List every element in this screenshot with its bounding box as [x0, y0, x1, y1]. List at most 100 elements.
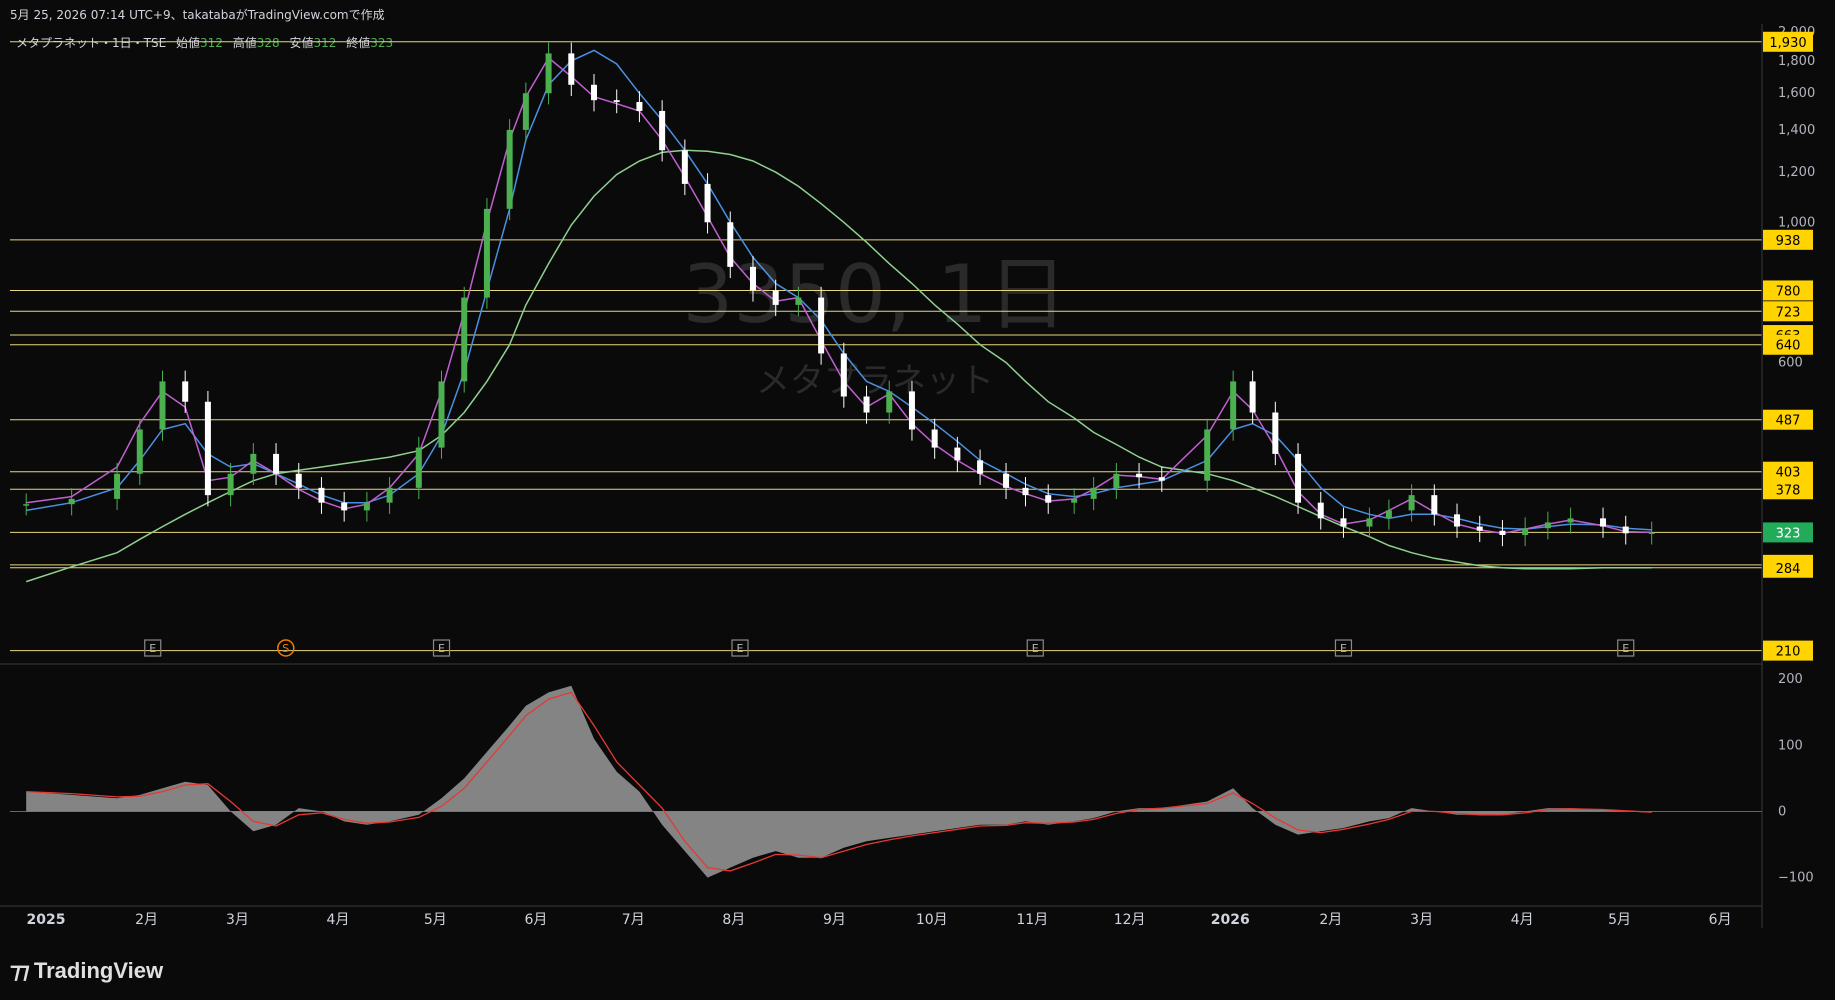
candle-body: [1317, 502, 1324, 519]
oscillator-tick-label: 200: [1778, 672, 1803, 687]
level-price-label: 403: [1776, 466, 1801, 481]
tradingview-logo-icon: ⁊⁊: [10, 958, 30, 983]
candle-body: [1090, 487, 1097, 499]
candle-body: [1431, 495, 1438, 515]
date-tick-label: 2月: [135, 912, 158, 928]
watermark-line2: メタプラネット: [756, 361, 994, 401]
candle-body: [295, 473, 302, 488]
event-marker-label: E: [737, 642, 744, 655]
level-price-label: 938: [1776, 234, 1801, 249]
candle-body: [954, 447, 961, 461]
candle-body: [1295, 453, 1302, 503]
candle-body: [931, 429, 938, 448]
candle-body: [1622, 526, 1629, 534]
candle-body: [613, 100, 620, 102]
candle-body: [204, 401, 211, 496]
price-chart[interactable]: 3350, 1日 メタプラネット ESEEEEE 2,0001,8001,600…: [0, 24, 1835, 940]
candle-body: [659, 110, 666, 151]
level-price-label: 210: [1776, 645, 1801, 660]
date-tick-label: 4月: [1511, 912, 1534, 928]
candle-body: [636, 101, 643, 111]
candle-body: [1408, 495, 1415, 511]
candle-body: [1071, 498, 1078, 503]
date-tick-label: 12月: [1114, 912, 1146, 928]
candle-body: [591, 84, 597, 101]
date-tick-label: 6月: [1709, 912, 1732, 928]
event-marker-label: E: [1032, 642, 1039, 655]
event-marker-label: E: [1622, 642, 1629, 655]
price-tick-label: 1,000: [1778, 215, 1815, 230]
candle-body: [68, 498, 75, 505]
date-tick-label: 9月: [823, 912, 846, 928]
candle-body: [840, 353, 847, 397]
candle-body: [1158, 477, 1165, 481]
date-tick-label: 4月: [327, 912, 350, 928]
candle-body: [545, 53, 552, 94]
candle-body: [114, 473, 121, 499]
date-tick-label: 8月: [722, 912, 745, 928]
candle-body: [568, 53, 575, 85]
event-marker-label: E: [438, 642, 445, 655]
candle-body: [749, 266, 756, 291]
candle-body: [1204, 429, 1211, 481]
candle-body: [1648, 532, 1655, 534]
candle-body: [1522, 528, 1529, 535]
candle-body: [250, 453, 257, 474]
candle-body: [795, 297, 802, 305]
candle-body: [1249, 381, 1256, 413]
candle-body: [886, 391, 893, 413]
candle-body: [1366, 518, 1373, 527]
candle-body: [1454, 514, 1461, 527]
oscillator-tick-label: −100: [1778, 871, 1814, 886]
candle-body: [386, 487, 393, 503]
candle-body: [1230, 381, 1237, 430]
candle-body: [136, 429, 143, 474]
oscillator-tick-label: 100: [1778, 738, 1803, 753]
candle-body: [863, 396, 870, 413]
price-tick-label: 600: [1778, 355, 1803, 370]
candle-body: [1567, 518, 1574, 523]
date-tick-label: 5月: [1608, 912, 1631, 928]
candle-body: [1003, 473, 1010, 488]
event-marker-label: E: [149, 642, 156, 655]
macd-area: [26, 685, 1652, 878]
date-tick-label: 3月: [1410, 912, 1433, 928]
date-tick-label: 3月: [226, 912, 249, 928]
candle-body: [1499, 530, 1506, 535]
date-tick-label: 2026: [1211, 912, 1250, 928]
date-tick-label: 2025: [27, 912, 66, 928]
candle-body: [681, 150, 688, 184]
candle-body: [159, 381, 166, 430]
level-price-label: 487: [1776, 414, 1801, 429]
price-tick-label: 1,600: [1778, 86, 1815, 101]
level-price-label: 723: [1776, 305, 1801, 320]
oscillator-tick-label: 0: [1778, 804, 1786, 819]
level-price-label: 1,930: [1769, 36, 1806, 51]
price-tick-label: 1,400: [1778, 123, 1815, 138]
candle-body: [318, 487, 325, 503]
watermark-line1: 3350, 1日: [682, 248, 1067, 341]
level-price-label: 780: [1776, 284, 1801, 299]
level-price-label: 284: [1776, 562, 1801, 577]
candle-body: [1476, 526, 1483, 531]
candle-body: [483, 208, 490, 298]
date-tick-label: 6月: [524, 912, 547, 928]
candle-body: [1600, 518, 1607, 527]
date-tick-label: 7月: [622, 912, 645, 928]
candle-body: [415, 447, 422, 488]
candle-body: [908, 391, 915, 430]
chart-watermark: 3350, 1日 メタプラネット: [682, 248, 1067, 401]
candle-body: [182, 381, 189, 402]
candle-body: [273, 453, 280, 474]
price-tick-label: 1,200: [1778, 165, 1815, 180]
candle-body: [461, 297, 468, 382]
tradingview-logo[interactable]: ⁊⁊ TradingView: [10, 958, 163, 984]
date-tick-label: 2月: [1319, 912, 1342, 928]
date-tick-label: 10月: [916, 912, 948, 928]
level-price-label: 378: [1776, 483, 1801, 498]
candle-body: [1113, 473, 1120, 488]
candle-body: [818, 297, 825, 354]
date-tick-label: 11月: [1016, 912, 1048, 928]
current-price-label: 323: [1776, 526, 1801, 541]
date-tick-label: 5月: [424, 912, 447, 928]
